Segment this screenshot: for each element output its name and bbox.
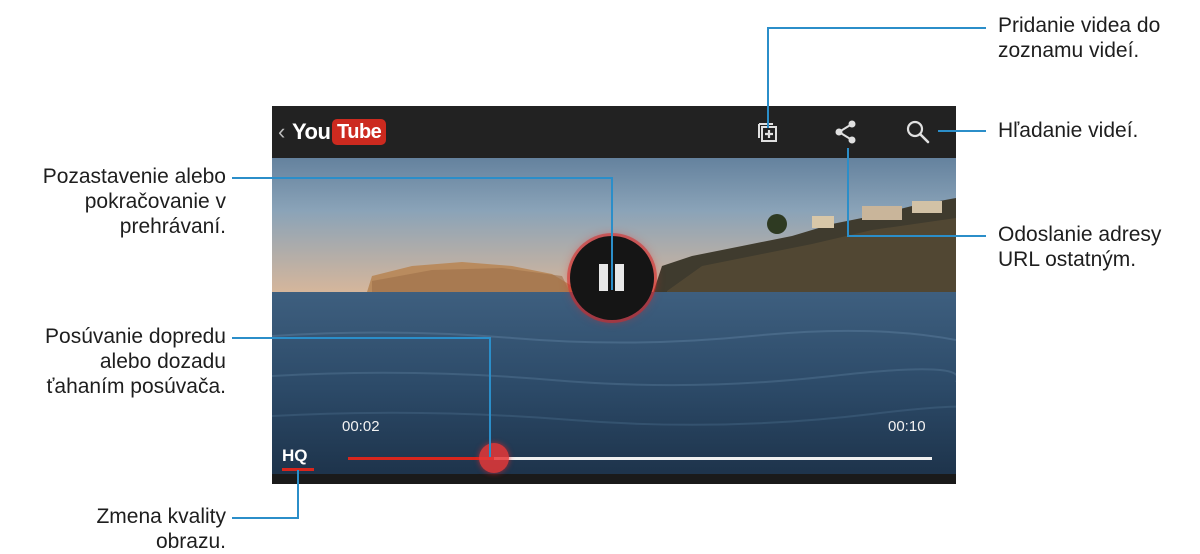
callout-line: prehrávaní.	[119, 215, 226, 238]
callout-seek: Posúvanie dopredu alebo dozadu ťahaním p…	[45, 324, 226, 399]
seek-bar-played	[348, 457, 494, 460]
quality-toggle[interactable]: HQ	[282, 446, 314, 471]
callout-line: URL ostatným.	[998, 248, 1137, 271]
quality-label: HQ	[282, 446, 308, 465]
chevron-left-icon[interactable]: ‹	[278, 119, 285, 145]
callout-add-to-playlist: Pridanie videa do zoznamu videí.	[998, 13, 1160, 63]
pause-button[interactable]	[570, 236, 654, 320]
callout-pause: Pozastavenie alebo pokračovanie v prehrá…	[43, 164, 226, 239]
callout-line: ťahaním posúvača.	[46, 375, 226, 398]
callout-search: Hľadanie videí.	[998, 118, 1138, 143]
seek-bar[interactable]	[348, 457, 932, 460]
callout-quality: Zmena kvality obrazu.	[96, 504, 226, 554]
callout-line: Pozastavenie alebo	[42, 165, 226, 188]
logo-you-text: You	[292, 119, 331, 144]
callout-line: Pridanie videa do	[998, 14, 1161, 37]
total-time: 00:10	[888, 418, 926, 435]
elapsed-time: 00:02	[342, 418, 380, 435]
bottom-strip	[272, 474, 956, 484]
quality-indicator	[282, 468, 314, 471]
search-icon[interactable]	[904, 118, 932, 146]
add-to-playlist-icon[interactable]	[754, 118, 782, 146]
callout-line: Zmena kvality	[96, 505, 226, 528]
app-top-bar: ‹ You Tube	[272, 106, 956, 158]
share-icon[interactable]	[832, 118, 860, 146]
callout-line: Posúvanie dopredu	[45, 325, 226, 348]
callout-line: pokračovanie v	[84, 190, 226, 213]
callout-line: Hľadanie videí.	[998, 119, 1139, 142]
callout-share: Odoslanie adresy URL ostatným.	[998, 222, 1161, 272]
callout-line: zoznamu videí.	[998, 39, 1140, 62]
callout-line: alebo dozadu	[99, 350, 226, 373]
callout-line: obrazu.	[155, 530, 226, 553]
callout-line: Odoslanie adresy	[998, 223, 1162, 246]
logo-tube-text: Tube	[332, 119, 387, 145]
seek-scrubber[interactable]	[479, 443, 509, 473]
video-player-screen: ‹ You Tube 00:02 00:10 HQ	[272, 106, 956, 484]
